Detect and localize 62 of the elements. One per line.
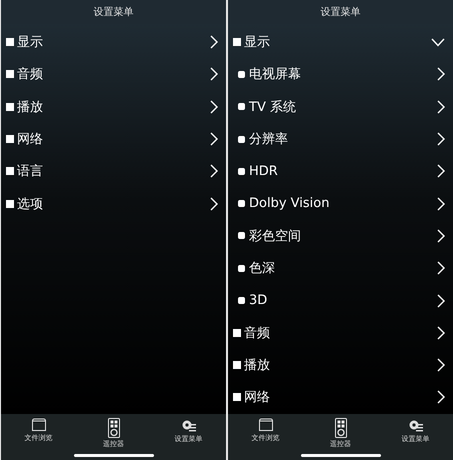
bullet-icon bbox=[233, 361, 241, 370]
gear-list-icon bbox=[180, 418, 196, 433]
menu-item[interactable]: 显示 bbox=[228, 26, 453, 58]
gear-list-icon bbox=[408, 418, 424, 433]
bullet-icon bbox=[6, 70, 14, 78]
chevron-right-icon bbox=[437, 326, 445, 340]
bullet-icon bbox=[238, 232, 245, 240]
menu-item[interactable]: 语言 bbox=[1, 155, 226, 188]
folder-icon bbox=[30, 418, 46, 432]
bullet-icon bbox=[6, 167, 14, 176]
chevron-right-icon bbox=[437, 358, 445, 372]
bullet-icon bbox=[233, 38, 241, 46]
submenu-item[interactable]: 分辨率 bbox=[228, 122, 453, 156]
chevron-right-icon bbox=[210, 35, 218, 50]
folder-icon bbox=[258, 418, 274, 432]
submenu-item[interactable]: 色深 bbox=[228, 252, 453, 284]
submenu-item[interactable]: 彩色空间 bbox=[228, 220, 453, 252]
chevron-down-icon bbox=[431, 38, 445, 47]
screen-title: 设置菜单 bbox=[94, 6, 134, 19]
chevron-right-icon bbox=[437, 67, 445, 82]
bullet-icon bbox=[6, 38, 14, 46]
chevron-right-icon bbox=[210, 67, 218, 82]
bullet-icon bbox=[238, 264, 245, 272]
menu-item[interactable]: 选项 bbox=[1, 187, 226, 220]
submenu-item[interactable]: Dolby Vision bbox=[228, 187, 453, 220]
menu-item[interactable]: 播放 bbox=[1, 90, 226, 123]
bullet-icon bbox=[238, 136, 245, 143]
bullet-icon bbox=[6, 102, 14, 111]
remote-icon bbox=[334, 418, 346, 438]
bullet-icon bbox=[6, 135, 14, 144]
chevron-right-icon bbox=[437, 390, 445, 404]
chevron-right-icon bbox=[210, 196, 218, 211]
submenu-item[interactable]: HDR bbox=[228, 155, 453, 188]
menu-item[interactable]: 网络 bbox=[1, 122, 226, 156]
chevron-right-icon bbox=[437, 294, 445, 308]
bullet-icon bbox=[238, 168, 245, 175]
chevron-right-icon bbox=[437, 100, 445, 114]
menu-item[interactable]: 网络 bbox=[228, 381, 453, 414]
bullet-icon bbox=[238, 103, 245, 110]
menu-item[interactable]: 音频 bbox=[1, 58, 226, 91]
submenu-item[interactable]: 3D bbox=[228, 284, 453, 317]
bullet-icon bbox=[6, 200, 14, 208]
remote-icon bbox=[108, 418, 120, 438]
bullet-icon bbox=[238, 297, 245, 304]
screen-title: 设置菜单 bbox=[320, 6, 360, 19]
bullet-icon bbox=[233, 393, 241, 402]
chevron-right-icon bbox=[437, 164, 445, 178]
chevron-right-icon bbox=[437, 228, 445, 243]
bullet-icon bbox=[233, 328, 241, 337]
chevron-right-icon bbox=[437, 196, 445, 211]
chevron-right-icon bbox=[210, 132, 218, 146]
bullet-icon bbox=[238, 200, 245, 208]
menu-item[interactable]: 音频 bbox=[228, 316, 453, 349]
bullet-icon bbox=[238, 70, 245, 78]
menu-item[interactable]: 显示 bbox=[1, 26, 226, 58]
chevron-right-icon bbox=[210, 164, 218, 178]
menu-item[interactable]: 播放 bbox=[228, 348, 453, 382]
submenu-item[interactable]: 电视屏幕 bbox=[228, 58, 453, 91]
chevron-right-icon bbox=[210, 100, 218, 114]
chevron-right-icon bbox=[437, 132, 445, 146]
chevron-right-icon bbox=[437, 261, 445, 276]
submenu-item[interactable]: TV 系统 bbox=[228, 90, 453, 123]
